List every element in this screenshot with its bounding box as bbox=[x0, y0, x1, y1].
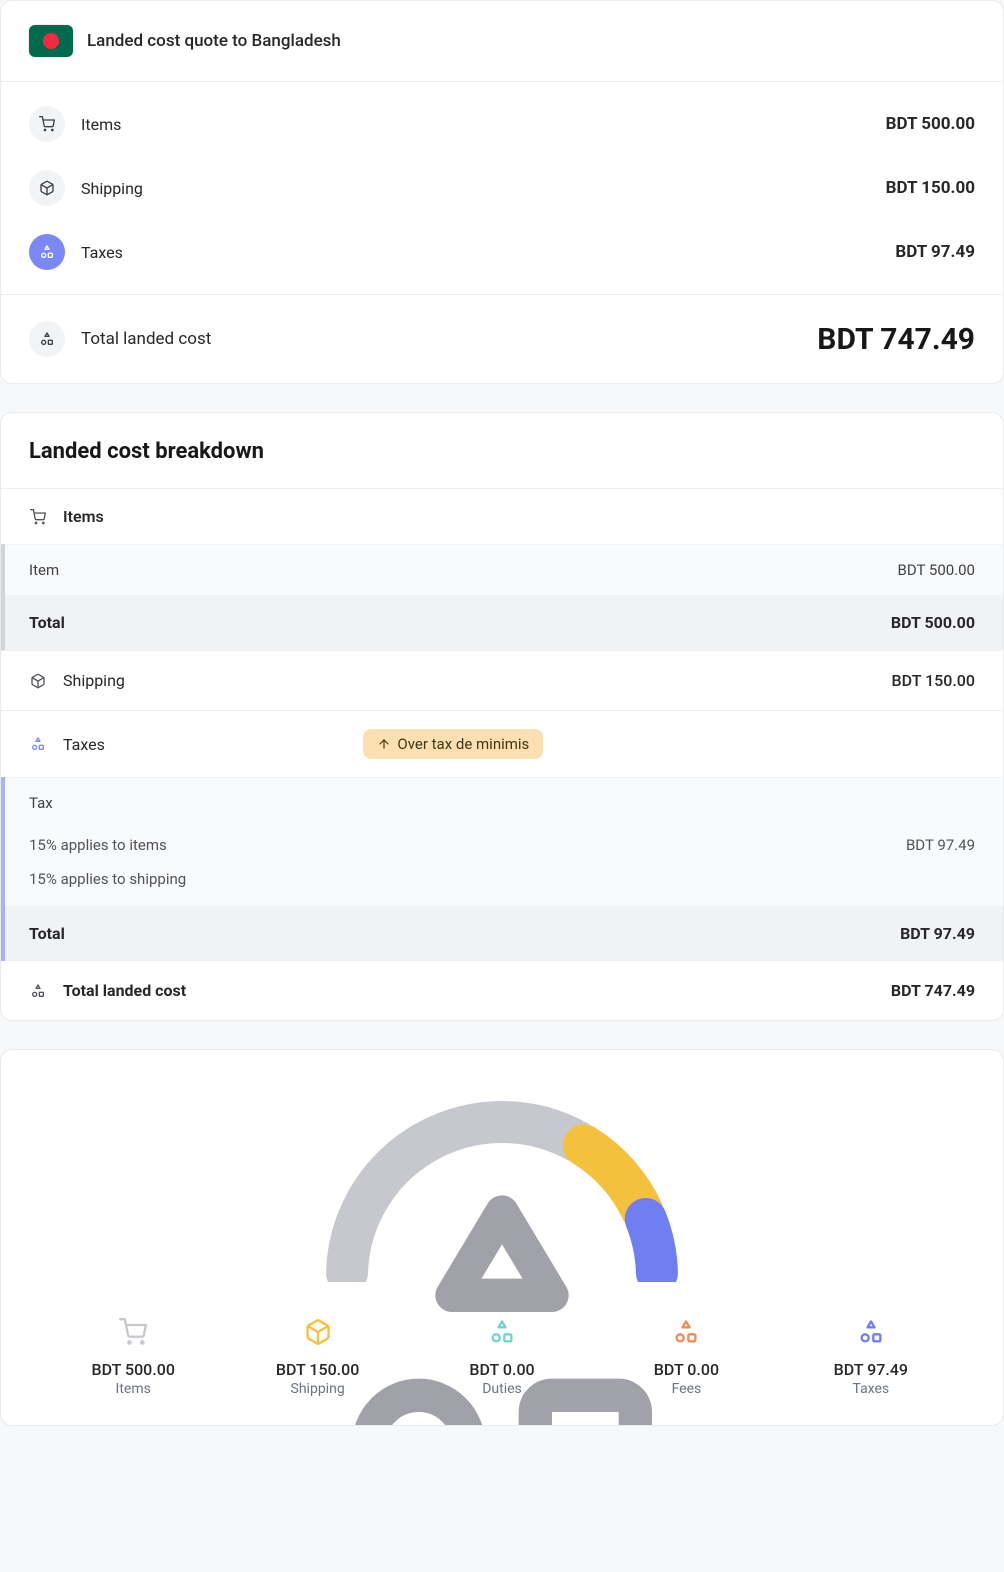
shapes-icon bbox=[29, 234, 65, 270]
breakdown-section-items: Items bbox=[1, 489, 1003, 544]
tax-subline-2: 15% applies to shipping bbox=[5, 862, 1003, 906]
subline-label: 15% applies to shipping bbox=[29, 870, 186, 888]
card-header: Landed cost quote to Bangladesh bbox=[1, 1, 1003, 82]
summary-value: BDT 97.49 bbox=[895, 242, 975, 262]
gauge-chart: BDT 747.49 Total landed cost bbox=[302, 1082, 702, 1282]
shapes-icon bbox=[302, 1162, 702, 1426]
badge-text: Over tax de minimis bbox=[397, 735, 529, 753]
total-value: BDT 97.49 bbox=[900, 924, 975, 943]
legend-items: BDT 500.00 Items bbox=[41, 1314, 225, 1397]
summary-total-row: Total landed cost BDT 747.49 bbox=[1, 294, 1003, 383]
breakdown-card: Landed cost breakdown Items Item BDT 500… bbox=[0, 412, 1004, 1021]
total-label: Total bbox=[29, 613, 65, 632]
tax-subline-1: 15% applies to items BDT 97.49 bbox=[5, 828, 1003, 862]
shipping-value: BDT 150.00 bbox=[892, 671, 975, 690]
tax-line: Tax bbox=[5, 777, 1003, 828]
summary-row-taxes: Taxes BDT 97.49 bbox=[1, 220, 1003, 284]
box-icon bbox=[29, 672, 47, 690]
legend-label: Taxes bbox=[779, 1381, 963, 1397]
gauge-center: BDT 747.49 Total landed cost bbox=[302, 1162, 702, 1426]
summary-rows: Items BDT 500.00 Shipping BDT 150.00 Tax… bbox=[1, 82, 1003, 294]
subline-label: 15% applies to items bbox=[29, 836, 167, 854]
total-value: BDT 747.49 bbox=[817, 322, 975, 357]
item-label: Item bbox=[29, 561, 59, 579]
summary-label: Items bbox=[81, 115, 121, 134]
total-label: Total bbox=[29, 924, 65, 943]
tax-total-row: Total BDT 97.49 bbox=[5, 906, 1003, 961]
shapes-icon bbox=[29, 735, 47, 753]
total-label: Total landed cost bbox=[81, 329, 211, 349]
legend-value: BDT 500.00 bbox=[41, 1360, 225, 1379]
summary-row-shipping: Shipping BDT 150.00 bbox=[1, 156, 1003, 220]
shipping-label: Shipping bbox=[63, 671, 125, 690]
cart-icon bbox=[41, 1314, 225, 1350]
de-minimis-badge: Over tax de minimis bbox=[363, 729, 543, 759]
summary-row-items: Items BDT 500.00 bbox=[1, 92, 1003, 156]
quote-summary-card: Landed cost quote to Bangladesh Items BD… bbox=[0, 0, 1004, 384]
total-value: BDT 500.00 bbox=[891, 613, 975, 632]
item-line: Item BDT 500.00 bbox=[5, 544, 1003, 595]
summary-label: Shipping bbox=[81, 179, 143, 198]
total-landed-value: BDT 747.49 bbox=[891, 981, 975, 1000]
tax-label: Tax bbox=[29, 794, 53, 812]
item-value: BDT 500.00 bbox=[898, 561, 975, 579]
taxes-group: Tax 15% applies to items BDT 97.49 15% a… bbox=[1, 777, 1003, 961]
breakdown-title: Landed cost breakdown bbox=[1, 413, 1003, 489]
gauge-card: BDT 747.49 Total landed cost BDT 500.00 … bbox=[0, 1049, 1004, 1426]
total-landed-label: Total landed cost bbox=[63, 981, 186, 1000]
flag-bangladesh-icon bbox=[29, 25, 73, 57]
shapes-icon bbox=[29, 982, 47, 1000]
summary-value: BDT 150.00 bbox=[886, 178, 975, 198]
subline-value: BDT 97.49 bbox=[906, 836, 975, 854]
shapes-icon bbox=[29, 321, 65, 357]
legend-value: BDT 97.49 bbox=[779, 1360, 963, 1379]
legend-label: Items bbox=[41, 1381, 225, 1397]
legend-taxes: BDT 97.49 Taxes bbox=[779, 1314, 963, 1397]
breakdown-section-taxes: Taxes Over tax de minimis bbox=[1, 710, 1003, 777]
items-group: Item BDT 500.00 Total BDT 500.00 bbox=[1, 544, 1003, 650]
taxes-label: Taxes bbox=[63, 735, 105, 754]
card-title: Landed cost quote to Bangladesh bbox=[87, 31, 341, 51]
cart-icon bbox=[29, 106, 65, 142]
summary-label: Taxes bbox=[81, 243, 123, 262]
box-icon bbox=[29, 170, 65, 206]
shapes-icon bbox=[779, 1314, 963, 1350]
items-total-row: Total BDT 500.00 bbox=[5, 595, 1003, 650]
breakdown-section-shipping: Shipping BDT 150.00 bbox=[1, 650, 1003, 710]
section-label: Items bbox=[63, 507, 104, 526]
cart-icon bbox=[29, 508, 47, 526]
summary-value: BDT 500.00 bbox=[886, 114, 975, 134]
arrow-up-icon bbox=[377, 737, 391, 751]
breakdown-total-landed: Total landed cost BDT 747.49 bbox=[1, 961, 1003, 1020]
